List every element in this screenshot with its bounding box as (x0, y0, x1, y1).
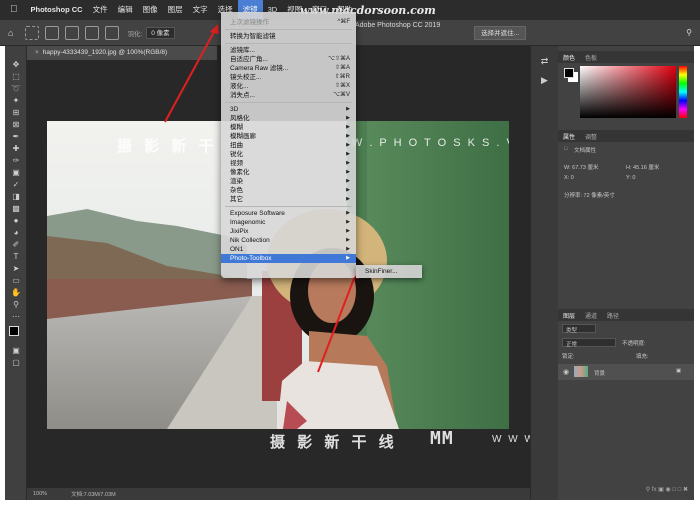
shortcut-label: ^⌘F (337, 19, 350, 25)
filter-menu-item[interactable]: 视频 ▶ (221, 159, 356, 168)
filter-menu-item-label: 自适应广角... (230, 56, 268, 63)
filter-menu-item[interactable]: 转换为智能滤镜 (221, 32, 356, 41)
filter-menu-item[interactable]: 镜头校正... ⇧⌘R (221, 73, 356, 82)
submenu-arrow-icon: ▶ (346, 115, 350, 121)
menu-separator (225, 102, 352, 103)
submenu-arrow-icon: ▶ (346, 237, 350, 243)
filter-menu-item-label: 扭曲 (230, 142, 243, 149)
filter-menu-item-label: 转换为智能滤镜 (230, 33, 276, 40)
filter-menu-item-label: Exposure Software (230, 210, 285, 217)
submenu-arrow-icon: ▶ (346, 228, 350, 234)
filter-menu-item[interactable]: 杂色 ▶ (221, 186, 356, 195)
filter-menu-item-label: 其它 (230, 196, 243, 203)
submenu-arrow-icon: ▶ (346, 142, 350, 148)
shortcut-label: ⇧⌘A (334, 65, 350, 71)
submenu-arrow-icon: ▶ (346, 178, 350, 184)
filter-menu-item-label: 液化... (230, 83, 249, 90)
submenu-arrow-icon: ▶ (346, 151, 350, 157)
submenu-arrow-icon: ▶ (346, 160, 350, 166)
filter-menu-item-label: 滤镜库... (230, 47, 255, 54)
filter-menu-item-label: 渲染 (230, 178, 243, 185)
menu-separator (225, 43, 352, 44)
filter-menu-item-label: 镜头校正... (230, 74, 262, 81)
filter-menu-item[interactable]: 3D ▶ (221, 105, 356, 114)
filter-menu-item-label: 3D (230, 106, 239, 113)
filter-menu-item-label: JixiPix (230, 228, 249, 235)
filter-menu-item[interactable]: 自适应广角... ⌥⇧⌘A (221, 55, 356, 64)
filter-menu-item-label: 像素化 (230, 169, 250, 176)
shortcut-label: ⇧⌘X (334, 83, 350, 89)
filter-menu-item[interactable]: 模糊画廊 ▶ (221, 132, 356, 141)
filter-menu-item-label: Nik Collection (230, 237, 270, 244)
menu-separator (225, 29, 352, 30)
submenu-arrow-icon: ▶ (346, 255, 350, 261)
menu-item-skinfiner[interactable]: SkinFiner... (356, 267, 422, 276)
filter-menu-item-label: 消失点... (230, 92, 255, 99)
filter-menu-item[interactable]: Photo-Toolbox ▶ (221, 254, 356, 263)
filter-menu-item[interactable]: 液化... ⇧⌘X (221, 82, 356, 91)
filter-menu-item-label: Camera Raw 滤镜... (230, 65, 289, 72)
submenu-arrow-icon: ▶ (346, 133, 350, 139)
filter-menu-item-label: 模糊画廊 (230, 133, 256, 140)
filter-menu-item-label: 模糊 (230, 124, 243, 131)
filter-menu-item[interactable]: Exposure Software ▶ (221, 209, 356, 218)
filter-menu-item[interactable]: 风格化 ▶ (221, 114, 356, 123)
filter-menu-item-label: 杂色 (230, 187, 243, 194)
filter-menu-item[interactable]: Imagenomic ▶ (221, 218, 356, 227)
submenu-arrow-icon: ▶ (346, 246, 350, 252)
submenu-arrow-icon: ▶ (346, 169, 350, 175)
filter-menu-item[interactable]: Camera Raw 滤镜... ⇧⌘A (221, 64, 356, 73)
filter-menu-item-label: ON1 (230, 246, 244, 253)
filter-menu-item-label: 上次滤镜操作 (230, 19, 269, 26)
shortcut-label: ⇧⌘R (334, 74, 350, 80)
filter-menu: 上次滤镜操作 ^⌘F 转换为智能滤镜 滤镜库... 自适应广角... ⌥⇧⌘A Camera… (221, 12, 356, 278)
foreground-color-swatch[interactable] (564, 68, 574, 78)
filter-menu-item-label: 风格化 (230, 115, 250, 122)
filter-menu-item[interactable]: JixiPix ▶ (221, 227, 356, 236)
filter-menu-item: 上次滤镜操作 ^⌘F (221, 18, 356, 27)
submenu-arrow-icon: ▶ (346, 210, 350, 216)
menu-separator (225, 206, 352, 207)
filter-menu-item[interactable]: 渲染 ▶ (221, 177, 356, 186)
submenu-arrow-icon: ▶ (346, 187, 350, 193)
filter-menu-item-label: 锐化 (230, 151, 243, 158)
filter-menu-item[interactable]: 模糊 ▶ (221, 123, 356, 132)
shortcut-label: ⌥⌘V (333, 92, 350, 98)
shortcut-label: ⌥⇧⌘A (328, 56, 350, 62)
filter-menu-item[interactable]: 像素化 ▶ (221, 168, 356, 177)
filter-menu-item[interactable]: 扭曲 ▶ (221, 141, 356, 150)
filter-menu-item[interactable]: 消失点... ⌥⌘V (221, 91, 356, 100)
submenu-arrow-icon: ▶ (346, 106, 350, 112)
filter-menu-item[interactable]: 其它 ▶ (221, 195, 356, 204)
filter-menu-item-label: Imagenomic (230, 219, 266, 226)
filter-menu-item[interactable]: 滤镜库... (221, 46, 356, 55)
filter-menu-item[interactable]: 锐化 ▶ (221, 150, 356, 159)
filter-menu-item-label: Photo-Toolbox (230, 255, 272, 262)
submenu-arrow-icon: ▶ (346, 219, 350, 225)
submenu-arrow-icon: ▶ (346, 124, 350, 130)
filter-menu-item[interactable]: Nik Collection ▶ (221, 236, 356, 245)
photo-toolbox-submenu: SkinFiner... (356, 265, 422, 278)
submenu-arrow-icon: ▶ (346, 196, 350, 202)
filter-menu-item[interactable]: ON1 ▶ (221, 245, 356, 254)
filter-menu-item-label: 视频 (230, 160, 243, 167)
